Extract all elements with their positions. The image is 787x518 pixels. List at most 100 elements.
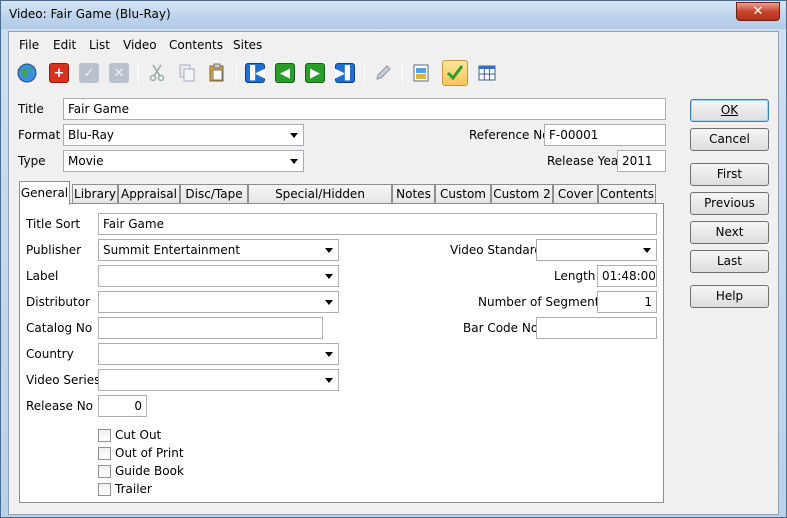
- grid-icon: [478, 65, 496, 81]
- menu-file[interactable]: File: [19, 38, 39, 52]
- segments-input[interactable]: 1: [597, 291, 657, 313]
- toolbar-separator: [138, 62, 139, 84]
- dialog-body: File Edit List Video Contents Sites + ✓: [8, 31, 779, 515]
- video-series-dropdown[interactable]: [98, 369, 339, 391]
- chevron-down-icon: [325, 300, 333, 305]
- chevron-down-icon: [290, 133, 298, 138]
- checkmark-button[interactable]: [442, 60, 468, 86]
- window-title: Video: Fair Game (Blu-Ray): [9, 7, 171, 21]
- last-record-button[interactable]: ▶▌: [332, 60, 358, 86]
- publisher-value: Summit Entertainment: [103, 243, 241, 257]
- previous-button[interactable]: Previous: [690, 192, 769, 215]
- delete-button[interactable]: ✕: [106, 60, 132, 86]
- next-button[interactable]: Next: [690, 221, 769, 244]
- country-dropdown[interactable]: [98, 343, 339, 365]
- ok-button[interactable]: OK: [690, 99, 769, 122]
- help-button[interactable]: Help: [690, 285, 769, 308]
- trailer-label[interactable]: Trailer: [115, 482, 152, 496]
- tab-cover[interactable]: Cover: [553, 184, 598, 204]
- type-label: Type: [18, 154, 46, 168]
- grid-button[interactable]: [474, 60, 500, 86]
- menu-video[interactable]: Video: [123, 38, 157, 52]
- menu-contents[interactable]: Contents: [169, 38, 223, 52]
- tab-special-features[interactable]: Special/Hidden Features: [248, 184, 392, 219]
- close-button[interactable]: ✕: [736, 2, 780, 21]
- first-record-icon: ▐◀: [245, 63, 265, 83]
- format-label: Format: [18, 128, 61, 142]
- catalog-input[interactable]: [98, 317, 323, 339]
- video-standard-label: Video Standard: [450, 243, 543, 257]
- next-record-button[interactable]: ▶: [302, 60, 328, 86]
- out-of-print-checkbox[interactable]: [98, 447, 111, 460]
- check-button[interactable]: ✓: [76, 60, 102, 86]
- release-no-input[interactable]: 0: [98, 395, 147, 417]
- cut-out-label[interactable]: Cut Out: [115, 428, 161, 442]
- tab-appraisal[interactable]: Appraisal: [118, 184, 180, 204]
- menu-edit[interactable]: Edit: [53, 38, 76, 52]
- tab-disc-tape[interactable]: Disc/Tape: [180, 184, 248, 204]
- cut-out-checkbox[interactable]: [98, 429, 111, 442]
- chevron-down-icon: [290, 159, 298, 164]
- reference-input[interactable]: F-00001: [544, 124, 666, 146]
- ok-button-label: OK: [720, 103, 739, 117]
- release-year-input[interactable]: 2011: [617, 150, 666, 172]
- title-sort-label: Title Sort: [26, 217, 81, 231]
- toolbar-separator: [364, 62, 365, 84]
- menu-sites[interactable]: Sites: [233, 38, 262, 52]
- publisher-label: Publisher: [26, 243, 82, 257]
- tab-general[interactable]: General: [19, 181, 70, 205]
- type-dropdown[interactable]: Movie: [63, 150, 304, 172]
- distributor-dropdown[interactable]: [98, 291, 339, 313]
- globe-button[interactable]: [14, 60, 40, 86]
- general-tab-panel: Title Sort Fair Game Publisher Summit En…: [19, 203, 664, 503]
- title-label: Title: [18, 102, 44, 116]
- cut-button[interactable]: [144, 60, 170, 86]
- release-no-label: Release No: [26, 399, 94, 413]
- chevron-down-icon: [325, 352, 333, 357]
- first-record-button[interactable]: ▐◀: [242, 60, 268, 86]
- cancel-button[interactable]: Cancel: [690, 128, 769, 151]
- barcode-input[interactable]: [536, 317, 657, 339]
- label-dropdown[interactable]: [98, 265, 339, 287]
- check-disabled-icon: ✓: [79, 63, 99, 83]
- chevron-down-icon: [325, 248, 333, 253]
- tab-contents[interactable]: Contents: [598, 184, 656, 204]
- next-button-label: Next: [715, 225, 744, 239]
- paste-icon: [209, 63, 224, 82]
- tab-custom-2[interactable]: Custom 2: [491, 184, 553, 204]
- video-window: Video: Fair Game (Blu-Ray) ✕ File Edit L…: [0, 0, 787, 518]
- edit-button[interactable]: [370, 60, 396, 86]
- toolbar-separator: [236, 62, 237, 84]
- publisher-dropdown[interactable]: Summit Entertainment: [98, 239, 339, 261]
- checkmark-icon: [446, 65, 464, 81]
- length-input[interactable]: 01:48:00: [597, 265, 657, 287]
- out-of-print-label[interactable]: Out of Print: [115, 446, 184, 460]
- image-button[interactable]: [408, 60, 434, 86]
- edit-pencil-icon: [376, 65, 391, 80]
- last-record-icon: ▶▌: [335, 63, 355, 83]
- video-standard-dropdown[interactable]: [536, 239, 657, 261]
- next-record-icon: ▶: [305, 63, 325, 83]
- catalog-label: Catalog No: [26, 321, 93, 335]
- first-button[interactable]: First: [690, 163, 769, 186]
- add-button[interactable]: +: [46, 60, 72, 86]
- copy-button[interactable]: [174, 60, 200, 86]
- menu-list[interactable]: List: [89, 38, 110, 52]
- copy-icon: [179, 64, 195, 82]
- tab-library[interactable]: Library: [72, 184, 118, 204]
- paste-button[interactable]: [204, 60, 230, 86]
- previous-record-icon: ◀: [275, 63, 295, 83]
- label-label: Label: [26, 269, 59, 283]
- trailer-checkbox[interactable]: [98, 483, 111, 496]
- format-dropdown[interactable]: Blu-Ray: [63, 124, 304, 146]
- title-bar[interactable]: Video: Fair Game (Blu-Ray) ✕: [1, 1, 786, 29]
- previous-record-button[interactable]: ◀: [272, 60, 298, 86]
- title-input[interactable]: Fair Game: [63, 98, 666, 120]
- globe-icon: [17, 63, 37, 83]
- guide-book-checkbox[interactable]: [98, 465, 111, 478]
- tab-notes[interactable]: Notes: [392, 184, 435, 204]
- guide-book-label[interactable]: Guide Book: [115, 464, 184, 478]
- tab-custom[interactable]: Custom: [435, 184, 491, 204]
- last-button[interactable]: Last: [690, 250, 769, 273]
- title-sort-input[interactable]: Fair Game: [98, 213, 657, 235]
